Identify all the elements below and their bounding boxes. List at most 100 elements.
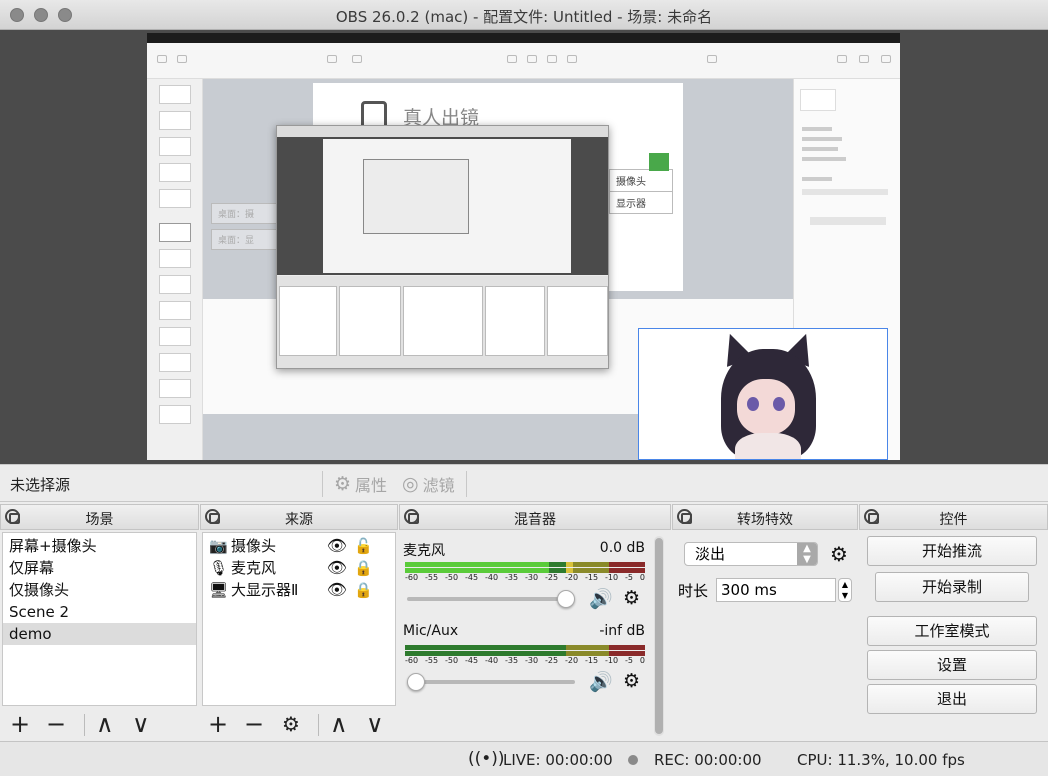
gear-icon[interactable]: ⚙ [830, 542, 848, 566]
gear-icon[interactable]: ⚙ [623, 670, 640, 692]
captured-toolbar-icon [507, 55, 517, 63]
eye-icon[interactable]: 👁 [327, 579, 347, 601]
sources-title: 来源 [285, 512, 313, 528]
live-signal-icon: ((•)) [468, 749, 505, 769]
source-label: 麦克风 [231, 559, 277, 577]
scenes-dock: 场景 屏幕+摄像头 仅屏幕 仅摄像头 Scene 2 demo + − ∧ ∨ [0, 504, 199, 741]
source-item[interactable]: 🎙 麦克风 👁 🔒 [203, 557, 395, 579]
volume-slider[interactable] [407, 597, 575, 601]
remove-source-button[interactable]: − [244, 710, 264, 738]
source-properties-button[interactable]: ⚙ [282, 710, 300, 738]
mixer-scrollbar-thumb[interactable] [655, 538, 663, 734]
start-streaming-button[interactable]: 开始推流 [867, 536, 1037, 566]
speaker-icon[interactable]: 🔊 [589, 587, 613, 610]
source-label: 摄像头 [231, 537, 277, 555]
meter-ticks: -60 -55 -50 -45 -40 -35 -30 -25 -20 -15 -10 -5 0 [405, 656, 645, 665]
volume-slider-knob[interactable] [407, 673, 425, 691]
scene-item[interactable]: 仅摄像头 [3, 579, 196, 601]
transition-select[interactable]: 淡出 ▲ ▼ [684, 542, 818, 566]
transitions-title: 转场特效 [737, 512, 793, 528]
scenes-toolbar: + − ∧ ∨ [0, 708, 199, 741]
format-line [802, 189, 888, 195]
duration-stepper[interactable]: ▲ ▼ [838, 578, 852, 602]
start-recording-button[interactable]: 开始录制 [875, 572, 1029, 602]
filters-label: 滤镜 [422, 476, 455, 495]
properties-button[interactable]: ⚙ 属性 [334, 472, 387, 496]
properties-label: 属性 [355, 476, 388, 495]
eye-icon[interactable]: 👁 [327, 557, 347, 579]
unlock-icon[interactable]: 🔓 [354, 535, 373, 557]
toolbar-separator [84, 714, 85, 736]
tick: -50 [445, 656, 459, 665]
captured-toolbar-icon [157, 55, 167, 63]
tick: -45 [465, 573, 479, 582]
volume-slider[interactable] [407, 680, 575, 684]
toolbar-separator [318, 714, 319, 736]
tick: -45 [465, 656, 479, 665]
sources-toolbar: + − ⚙ ∧ ∨ [200, 708, 398, 741]
user-icon [649, 153, 669, 171]
tick: -10 [605, 573, 619, 582]
filters-button[interactable]: ◎ 滤镜 [402, 472, 455, 496]
nested-dock [485, 286, 545, 356]
scenes-title: 场景 [85, 512, 114, 528]
duration-label: 时长 [678, 582, 709, 600]
move-source-down-button[interactable]: ∨ [366, 710, 384, 738]
scene-item-selected[interactable]: demo [3, 623, 196, 645]
mixer-dock-header: 混音器 [399, 504, 671, 530]
settings-button[interactable]: 设置 [867, 650, 1037, 680]
tick: -5 [625, 656, 633, 665]
nested-titlebar [277, 126, 608, 137]
captured-toolbar-icon [707, 55, 717, 63]
exit-button[interactable]: 退出 [867, 684, 1037, 714]
sources-list: 📷 摄像头 👁 🔓 🎙 麦克风 👁 🔒 🖥 大显示器Ⅱ 👁 🔒 [202, 532, 396, 706]
track-db: -inf dB [599, 623, 645, 639]
captured-toolbar-icon [352, 55, 362, 63]
context-separator [466, 471, 467, 497]
mixer-scrollbar[interactable] [654, 536, 664, 736]
add-scene-button[interactable]: + [10, 710, 30, 738]
preview-area[interactable]: 真人出镜 摄像头 显示器 桌面：摄 桌面：显 [0, 30, 1048, 464]
volume-slider-knob[interactable] [557, 590, 575, 608]
camera-icon: 📷 [209, 537, 228, 555]
live-status: LIVE: 00:00:00 [503, 751, 613, 769]
format-preview [800, 89, 836, 111]
scene-item[interactable]: Scene 2 [3, 601, 196, 623]
avatar-eye [773, 397, 785, 411]
camera-source-frame[interactable] [638, 328, 888, 460]
format-line [802, 157, 846, 161]
volume-meter [405, 562, 645, 567]
mixer-dock: 混音器 麦克风 0.0 dB -60 -55 -50 -45 -40 -35 -30 -25-… [399, 504, 671, 741]
scene-item[interactable]: 屏幕+摄像头 [3, 535, 196, 557]
avatar-eye [747, 397, 759, 411]
gear-icon[interactable]: ⚙ [623, 587, 640, 609]
slide-thumbnail [159, 249, 191, 268]
remove-scene-button[interactable]: − [46, 710, 66, 738]
eye-icon[interactable]: 👁 [327, 535, 347, 557]
controls-dock: 控件 开始推流 开始录制 工作室模式 设置 退出 [859, 504, 1048, 741]
avatar-face [737, 379, 795, 435]
move-scene-up-button[interactable]: ∧ [96, 710, 114, 738]
move-scene-down-button[interactable]: ∨ [132, 710, 150, 738]
nested-obs-capture-2 [363, 159, 469, 234]
move-source-up-button[interactable]: ∧ [330, 710, 348, 738]
studio-mode-button[interactable]: 工作室模式 [867, 616, 1037, 646]
lock-icon[interactable]: 🔒 [354, 579, 373, 601]
slide-thumbnail [159, 379, 191, 398]
slide-thumbnail [159, 223, 191, 242]
nested-dock [547, 286, 608, 356]
duration-input[interactable]: 300 ms [716, 578, 836, 602]
transition-select-value: 淡出 [695, 545, 726, 563]
source-item[interactable]: 🖥 大显示器Ⅱ 👁 🔒 [203, 579, 395, 601]
source-item[interactable]: 📷 摄像头 👁 🔓 [203, 535, 395, 557]
tick: -20 [565, 573, 579, 582]
tick: -5 [625, 573, 633, 582]
scene-item[interactable]: 仅屏幕 [3, 557, 196, 579]
tick: -30 [525, 656, 539, 665]
format-line [802, 127, 832, 131]
add-source-button[interactable]: + [208, 710, 228, 738]
nested-dock [403, 286, 483, 356]
format-line [802, 147, 838, 151]
speaker-icon[interactable]: 🔊 [589, 670, 613, 693]
lock-icon[interactable]: 🔒 [354, 557, 373, 579]
